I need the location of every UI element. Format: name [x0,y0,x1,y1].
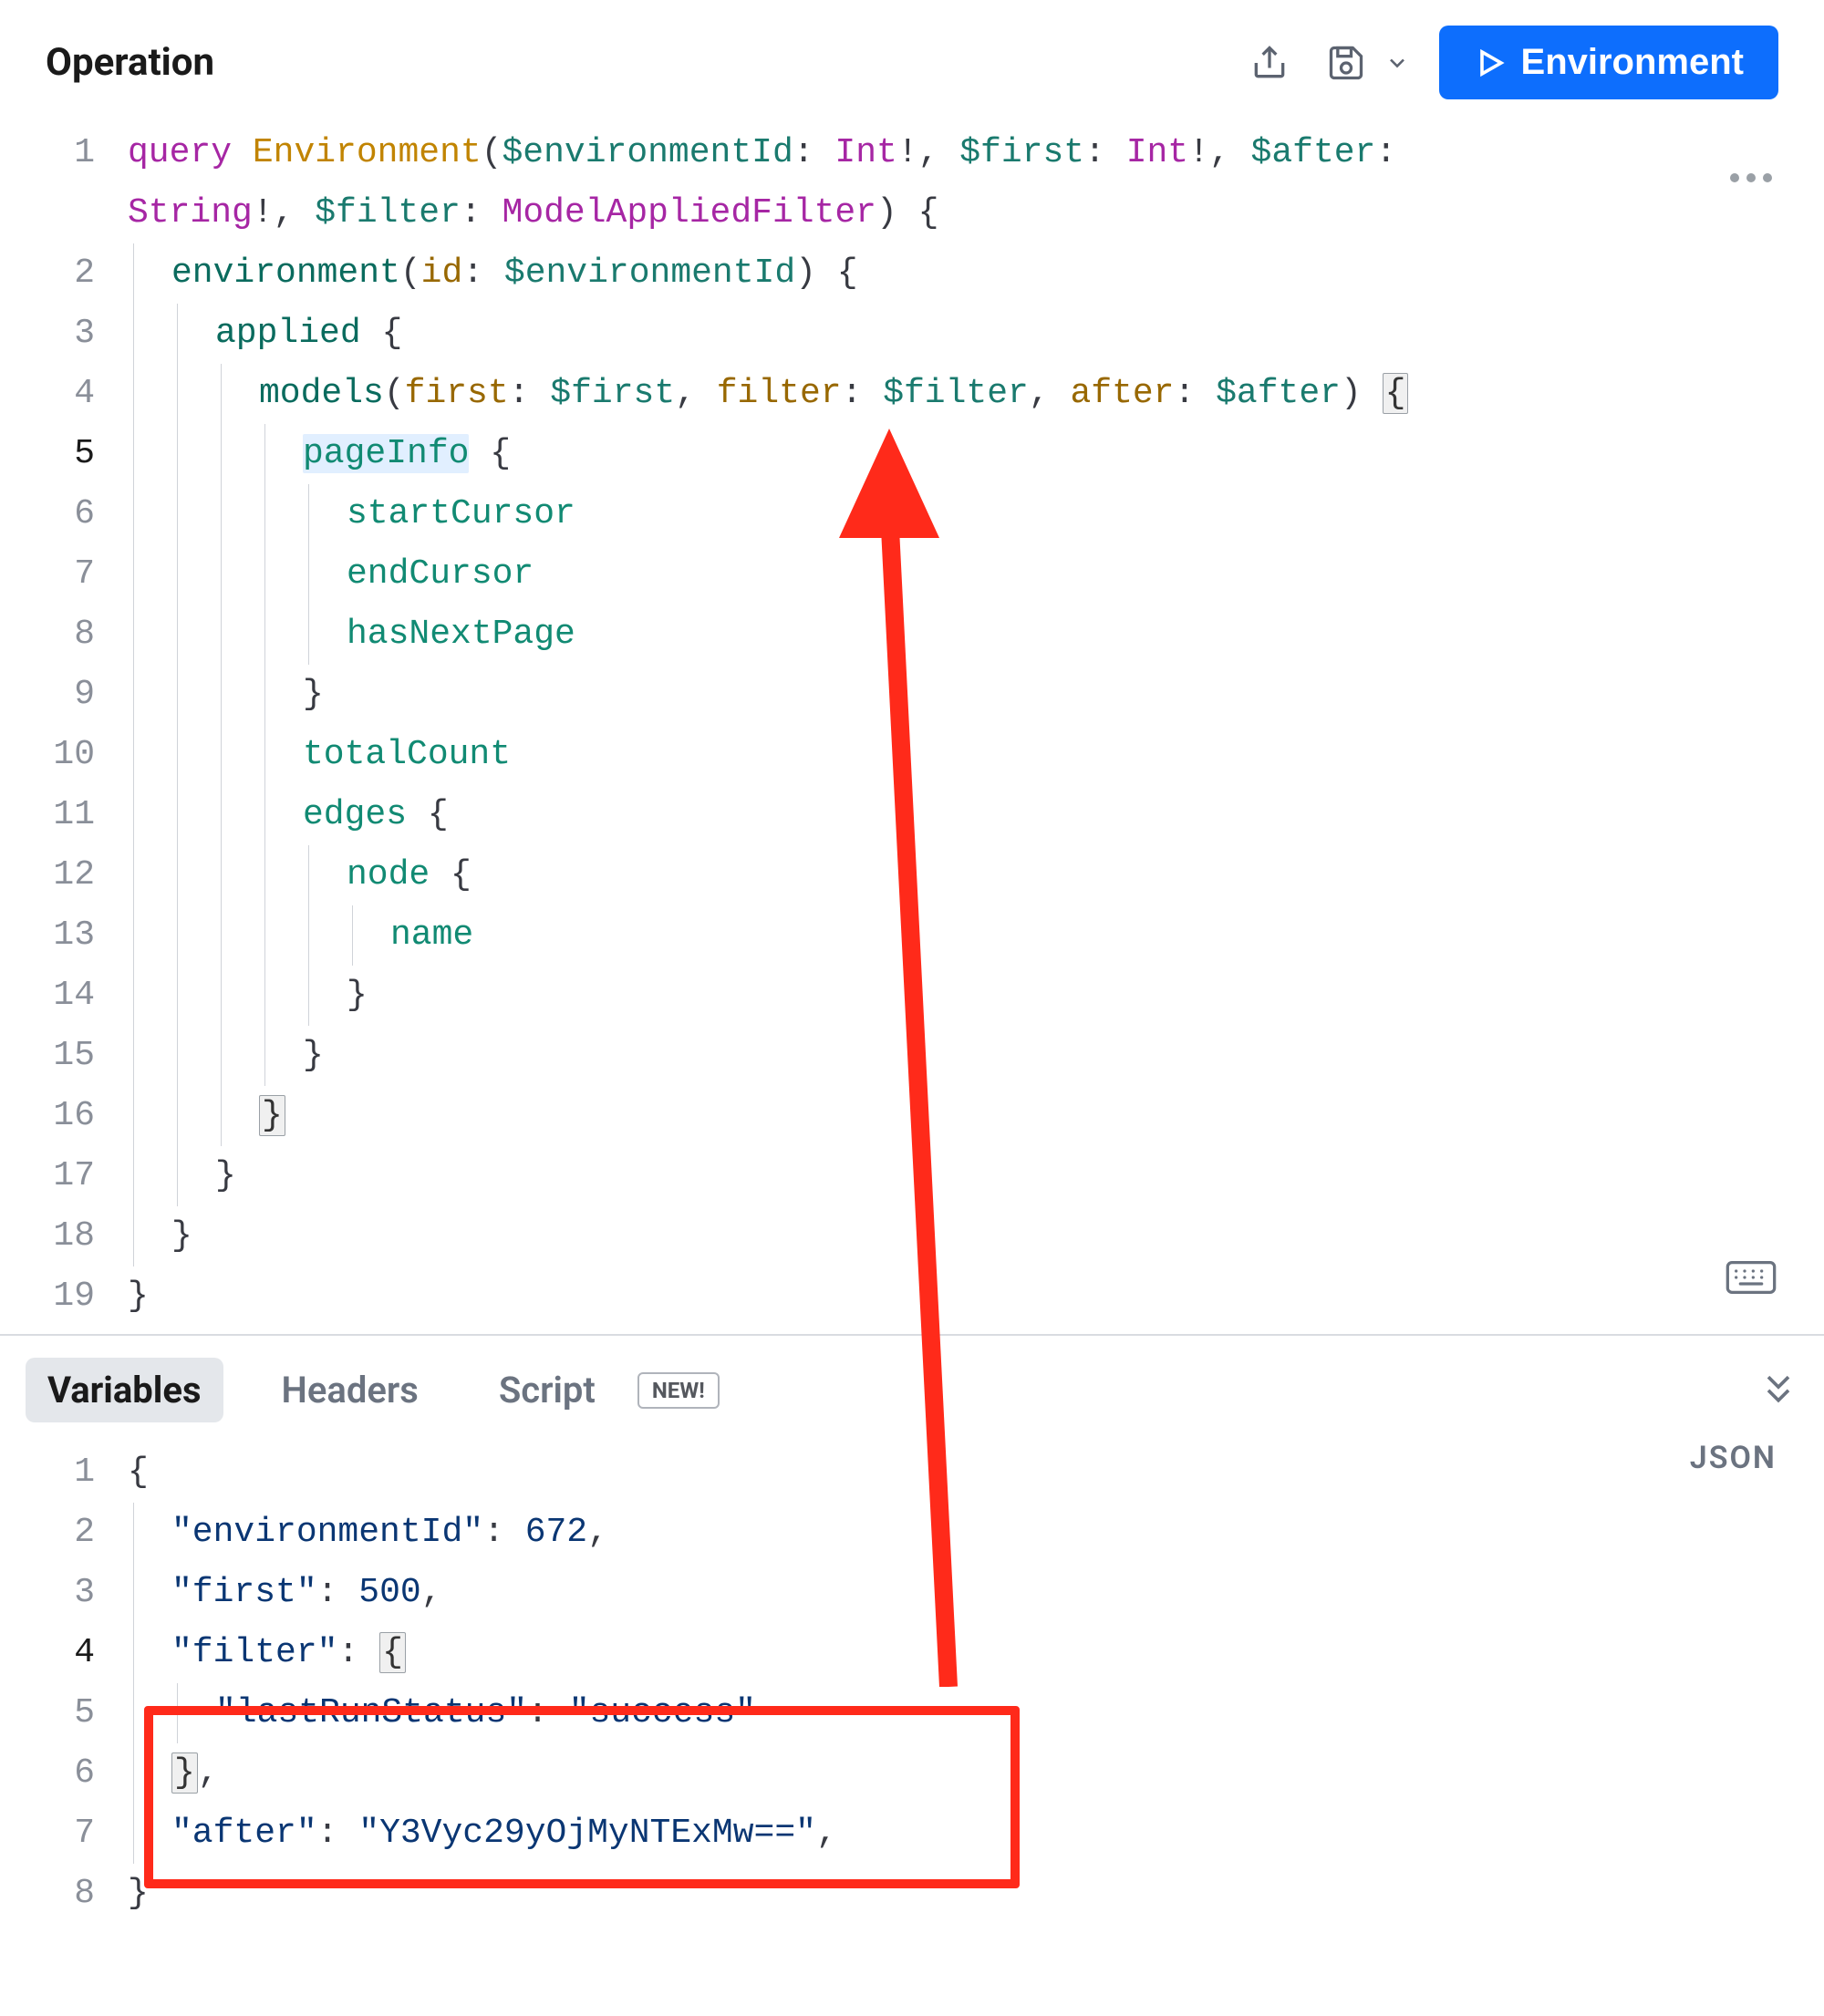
keyboard-shortcuts[interactable] [1726,1257,1777,1318]
code-line[interactable]: query Environment($environmentId: Int!, … [128,123,1408,183]
run-button-label: Environment [1521,42,1744,83]
page-title: Operation [46,40,214,85]
code-line[interactable]: endCursor [128,544,1408,605]
variables-gutter: 12345678 [0,1442,128,1924]
code-line[interactable]: } [128,1206,1408,1266]
code-line[interactable]: environment(id: $environmentId) { [128,243,1408,304]
more-horizontal-icon [1726,169,1777,187]
code-line[interactable]: totalCount [128,725,1408,785]
panel-tabs: VariablesHeadersScript NEW! JSON [0,1336,1824,1439]
operation-code[interactable]: query Environment($environmentId: Int!, … [128,123,1408,1327]
keyboard-icon [1726,1259,1777,1296]
code-line[interactable]: name [128,905,1408,966]
floppy-disk-icon [1326,43,1366,83]
save-button[interactable] [1319,36,1373,90]
collapse-panel[interactable] [1758,1369,1798,1412]
play-icon [1474,47,1507,79]
code-line[interactable]: startCursor [128,484,1408,544]
code-line[interactable]: } [128,1146,1408,1206]
variables-code[interactable]: {"environmentId": 672,"first": 500,"filt… [128,1442,837,1924]
code-line[interactable]: node { [128,845,1408,905]
code-line[interactable]: applied { [128,304,1408,364]
code-line[interactable]: } [128,1026,1408,1086]
code-line[interactable]: { [128,1442,837,1503]
share-button[interactable] [1242,36,1297,90]
tab-script[interactable]: Script [477,1358,617,1422]
code-line[interactable]: }, [128,1743,837,1804]
tab-variables[interactable]: Variables [26,1358,223,1422]
operation-gutter: 12345678910111213141516171819 [0,123,128,1327]
toolbar-actions: Environment [1242,26,1778,99]
operation-editor[interactable]: 12345678910111213141516171819 query Envi… [0,116,1824,1334]
code-line[interactable]: "filter": { [128,1623,837,1683]
code-line[interactable]: } [128,966,1408,1026]
code-line[interactable]: "first": 500, [128,1563,837,1623]
save-dropdown[interactable] [1377,43,1417,83]
new-badge: NEW! [637,1372,720,1409]
code-line[interactable]: "lastRunStatus": "success" [128,1683,837,1743]
code-line[interactable]: String!, $filter: ModelAppliedFilter) { [128,183,1408,243]
code-line[interactable]: } [128,665,1408,725]
operation-toolbar: Operation Environment [0,0,1824,116]
code-line[interactable]: pageInfo { [128,424,1408,484]
code-line[interactable]: models(first: $first, filter: $filter, a… [128,364,1408,424]
code-line[interactable]: hasNextPage [128,605,1408,665]
code-line[interactable]: edges { [128,785,1408,845]
code-line[interactable]: } [128,1864,837,1924]
more-menu[interactable] [1726,149,1777,209]
tab-headers[interactable]: Headers [260,1358,440,1422]
code-line[interactable]: } [128,1266,1408,1327]
code-line[interactable]: "after": "Y3Vyc29yOjMyNTExMw==", [128,1804,837,1864]
run-button[interactable]: Environment [1439,26,1778,99]
share-icon [1249,43,1290,83]
double-chevron-down-icon [1758,1369,1798,1409]
chevron-down-icon [1384,50,1410,76]
variables-editor[interactable]: 12345678 {"environmentId": 672,"first": … [0,1439,1824,1931]
code-line[interactable]: "environmentId": 672, [128,1503,837,1563]
code-line[interactable]: } [128,1086,1408,1146]
